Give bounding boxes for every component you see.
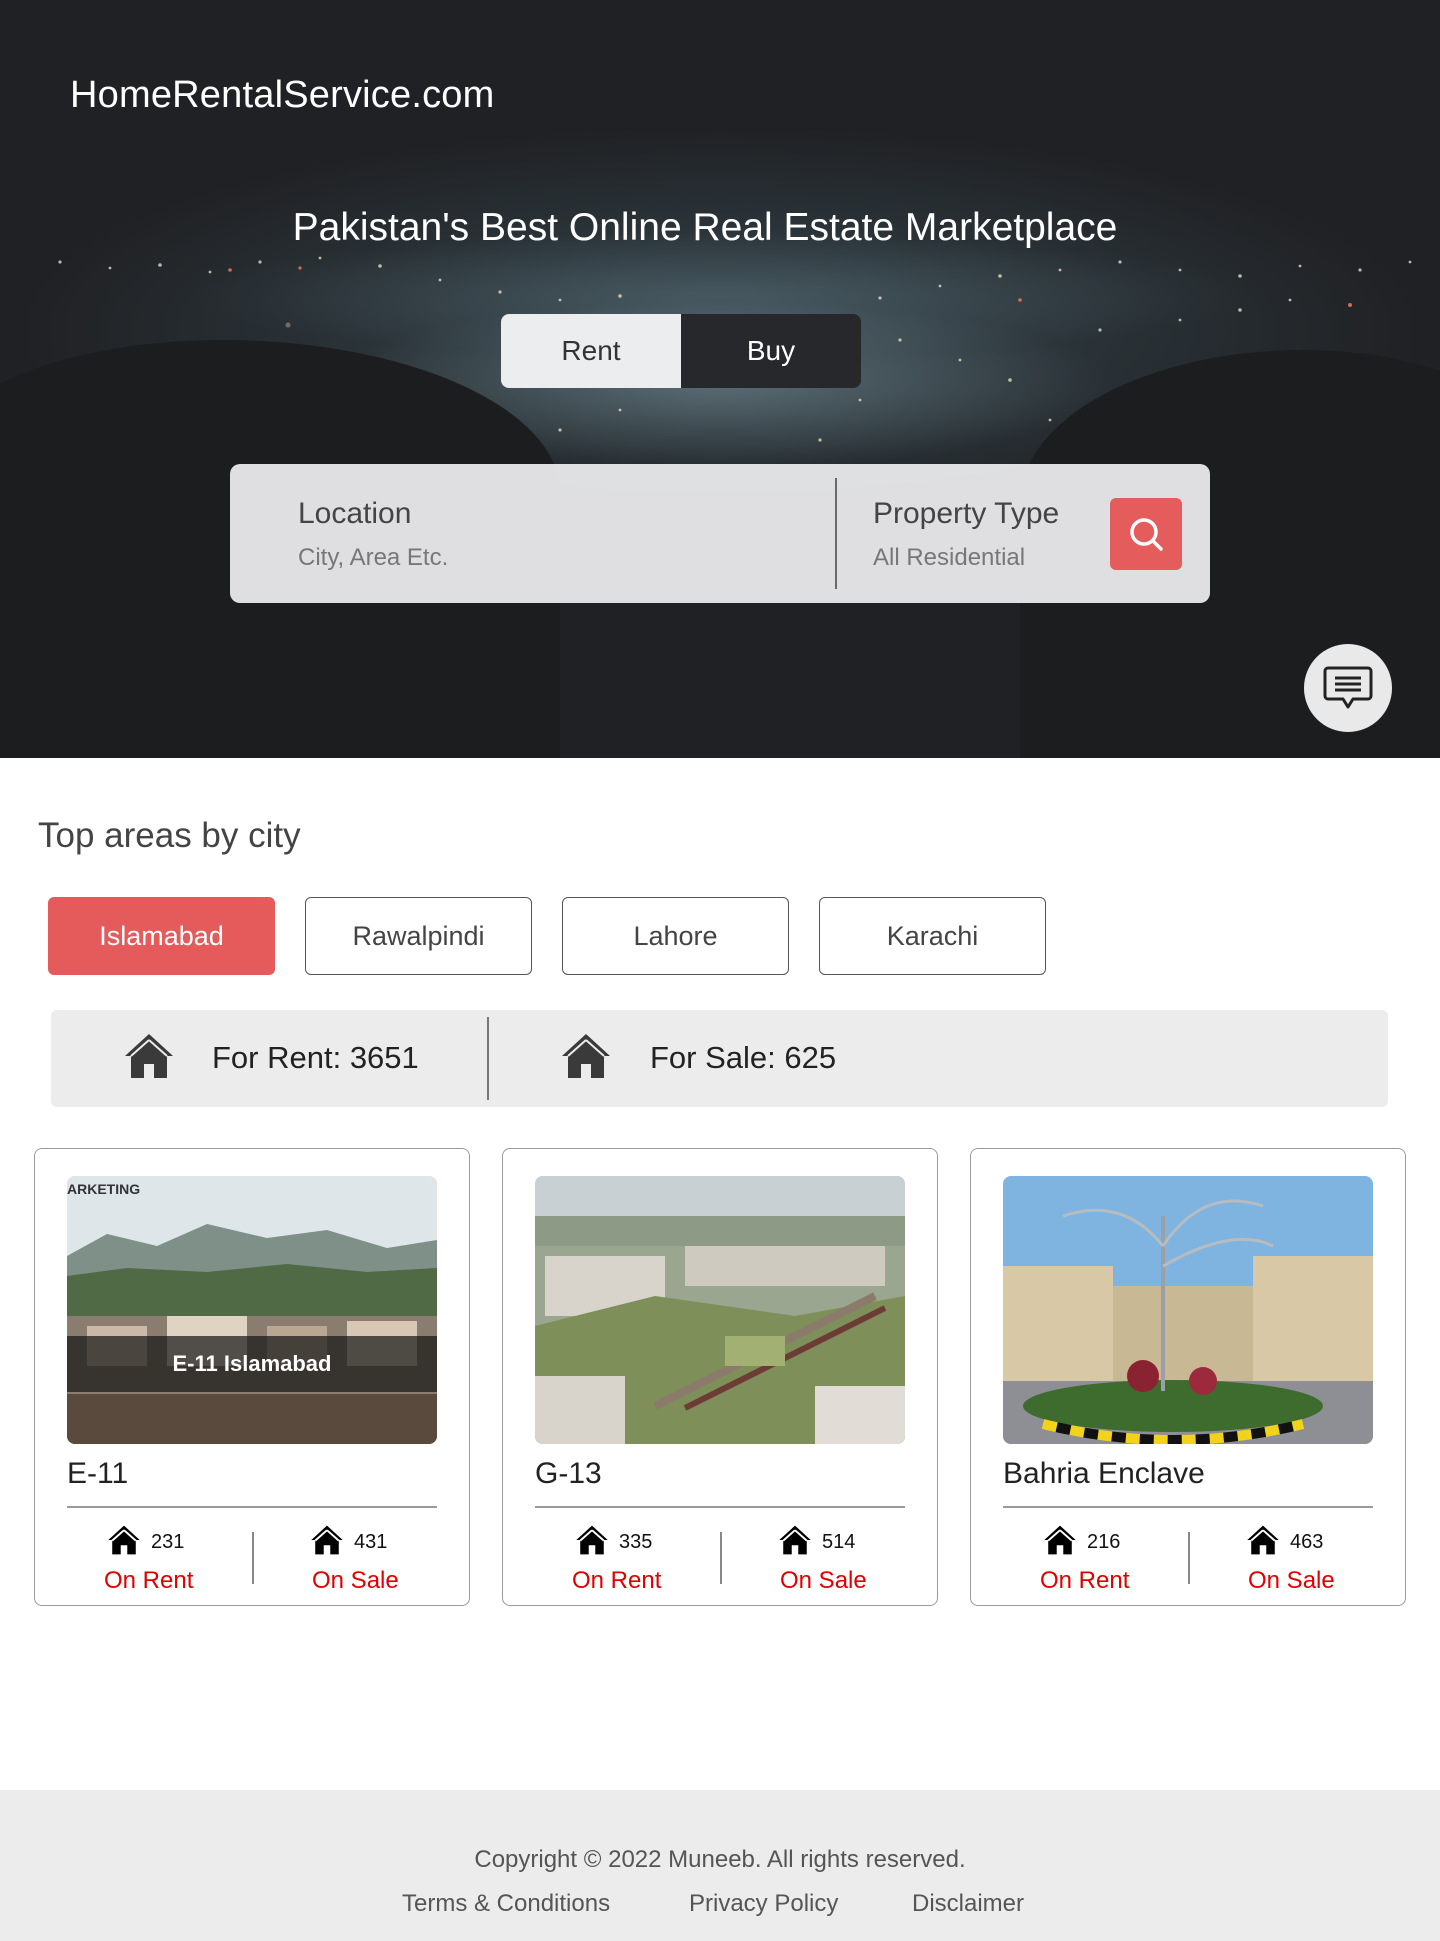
sale-count: 514: [822, 1531, 856, 1553]
site-footer: Copyright © 2022 Muneeb. All rights rese…: [0, 1790, 1440, 1941]
property-type-select[interactable]: All Residential: [873, 544, 1025, 572]
area-image-bahria-enclave: [1003, 1176, 1373, 1444]
house-icon: [311, 1525, 343, 1555]
sale-count: 431: [354, 1531, 388, 1553]
area-card-g13[interactable]: G-13 335 On Rent 514 On Sale: [502, 1148, 938, 1606]
card-stat-divider: [252, 1532, 254, 1584]
disclaimer-link[interactable]: Disclaimer: [912, 1890, 1024, 1918]
house-icon: [562, 1034, 610, 1078]
city-tab-lahore[interactable]: Lahore: [562, 897, 789, 975]
location-input[interactable]: City, Area Etc.: [298, 544, 448, 572]
on-sale-link[interactable]: On Sale: [780, 1567, 900, 1595]
rent-count: 335: [619, 1531, 653, 1553]
area-name: Bahria Enclave: [1003, 1457, 1205, 1490]
chat-button[interactable]: [1304, 644, 1392, 732]
area-card-bahria-enclave[interactable]: Bahria Enclave 216 On Rent 463 On Sale: [970, 1148, 1406, 1606]
city-tab-islamabad[interactable]: Islamabad: [48, 897, 275, 975]
location-label[interactable]: Location: [298, 497, 411, 531]
city-tab-karachi[interactable]: Karachi: [819, 897, 1046, 975]
area-name: G-13: [535, 1457, 602, 1490]
image-caption: E-11 Islamabad: [172, 1351, 332, 1376]
image-watermark: ARKETING: [67, 1181, 141, 1197]
house-icon: [1247, 1525, 1279, 1555]
area-name: E-11: [67, 1457, 129, 1490]
rent-toggle-button[interactable]: Rent: [501, 314, 681, 388]
on-rent-link[interactable]: On Rent: [572, 1567, 692, 1595]
rent-count: 231: [151, 1531, 185, 1553]
stats-divider: [487, 1017, 489, 1100]
house-icon: [1044, 1525, 1076, 1555]
section-title: Top areas by city: [38, 816, 301, 855]
property-search-bar: Location City, Area Etc. Property Type A…: [230, 464, 1210, 603]
city-stats-bar: For Rent: 3651 For Sale: 625: [51, 1010, 1388, 1107]
buy-toggle-button[interactable]: Buy: [681, 314, 861, 388]
house-icon: [779, 1525, 811, 1555]
area-image-e11: ARKETING E-11 Islamabad: [67, 1176, 437, 1444]
privacy-policy-link[interactable]: Privacy Policy: [689, 1890, 838, 1918]
sale-count: 463: [1290, 1531, 1324, 1553]
card-stat-divider: [1188, 1532, 1190, 1584]
area-image-g13: [535, 1176, 905, 1444]
card-divider-line: [535, 1506, 905, 1508]
rent-buy-toggle: Rent Buy: [501, 314, 861, 388]
for-sale-count: For Sale: 625: [650, 1040, 837, 1075]
house-icon: [576, 1525, 608, 1555]
search-icon: [1130, 518, 1163, 551]
card-divider-line: [67, 1506, 437, 1508]
site-brand[interactable]: HomeRentalService.com: [70, 74, 494, 117]
on-sale-link[interactable]: On Sale: [312, 1567, 432, 1595]
hero-banner: HomeRentalService.com Pakistan's Best On…: [0, 0, 1440, 758]
on-rent-link[interactable]: On Rent: [1040, 1567, 1160, 1595]
for-rent-count: For Rent: 3651: [212, 1040, 419, 1075]
on-rent-link[interactable]: On Rent: [104, 1567, 224, 1595]
search-divider: [835, 478, 837, 589]
copyright-text: Copyright © 2022 Muneeb. All rights rese…: [474, 1846, 966, 1873]
property-type-label[interactable]: Property Type: [873, 497, 1059, 531]
on-sale-link[interactable]: On Sale: [1248, 1567, 1368, 1595]
area-card-e11[interactable]: ARKETING E-11 Islamabad E-11 231 On Rent…: [34, 1148, 470, 1606]
hero-title: Pakistan's Best Online Real Estate Marke…: [292, 206, 1118, 249]
card-divider-line: [1003, 1506, 1373, 1508]
house-icon: [125, 1034, 173, 1078]
city-tab-rawalpindi[interactable]: Rawalpindi: [305, 897, 532, 975]
house-icon: [108, 1525, 140, 1555]
terms-link[interactable]: Terms & Conditions: [402, 1890, 610, 1918]
card-stat-divider: [720, 1532, 722, 1584]
rent-count: 216: [1087, 1531, 1121, 1553]
chat-icon: [1323, 666, 1373, 709]
search-button[interactable]: [1110, 498, 1182, 570]
